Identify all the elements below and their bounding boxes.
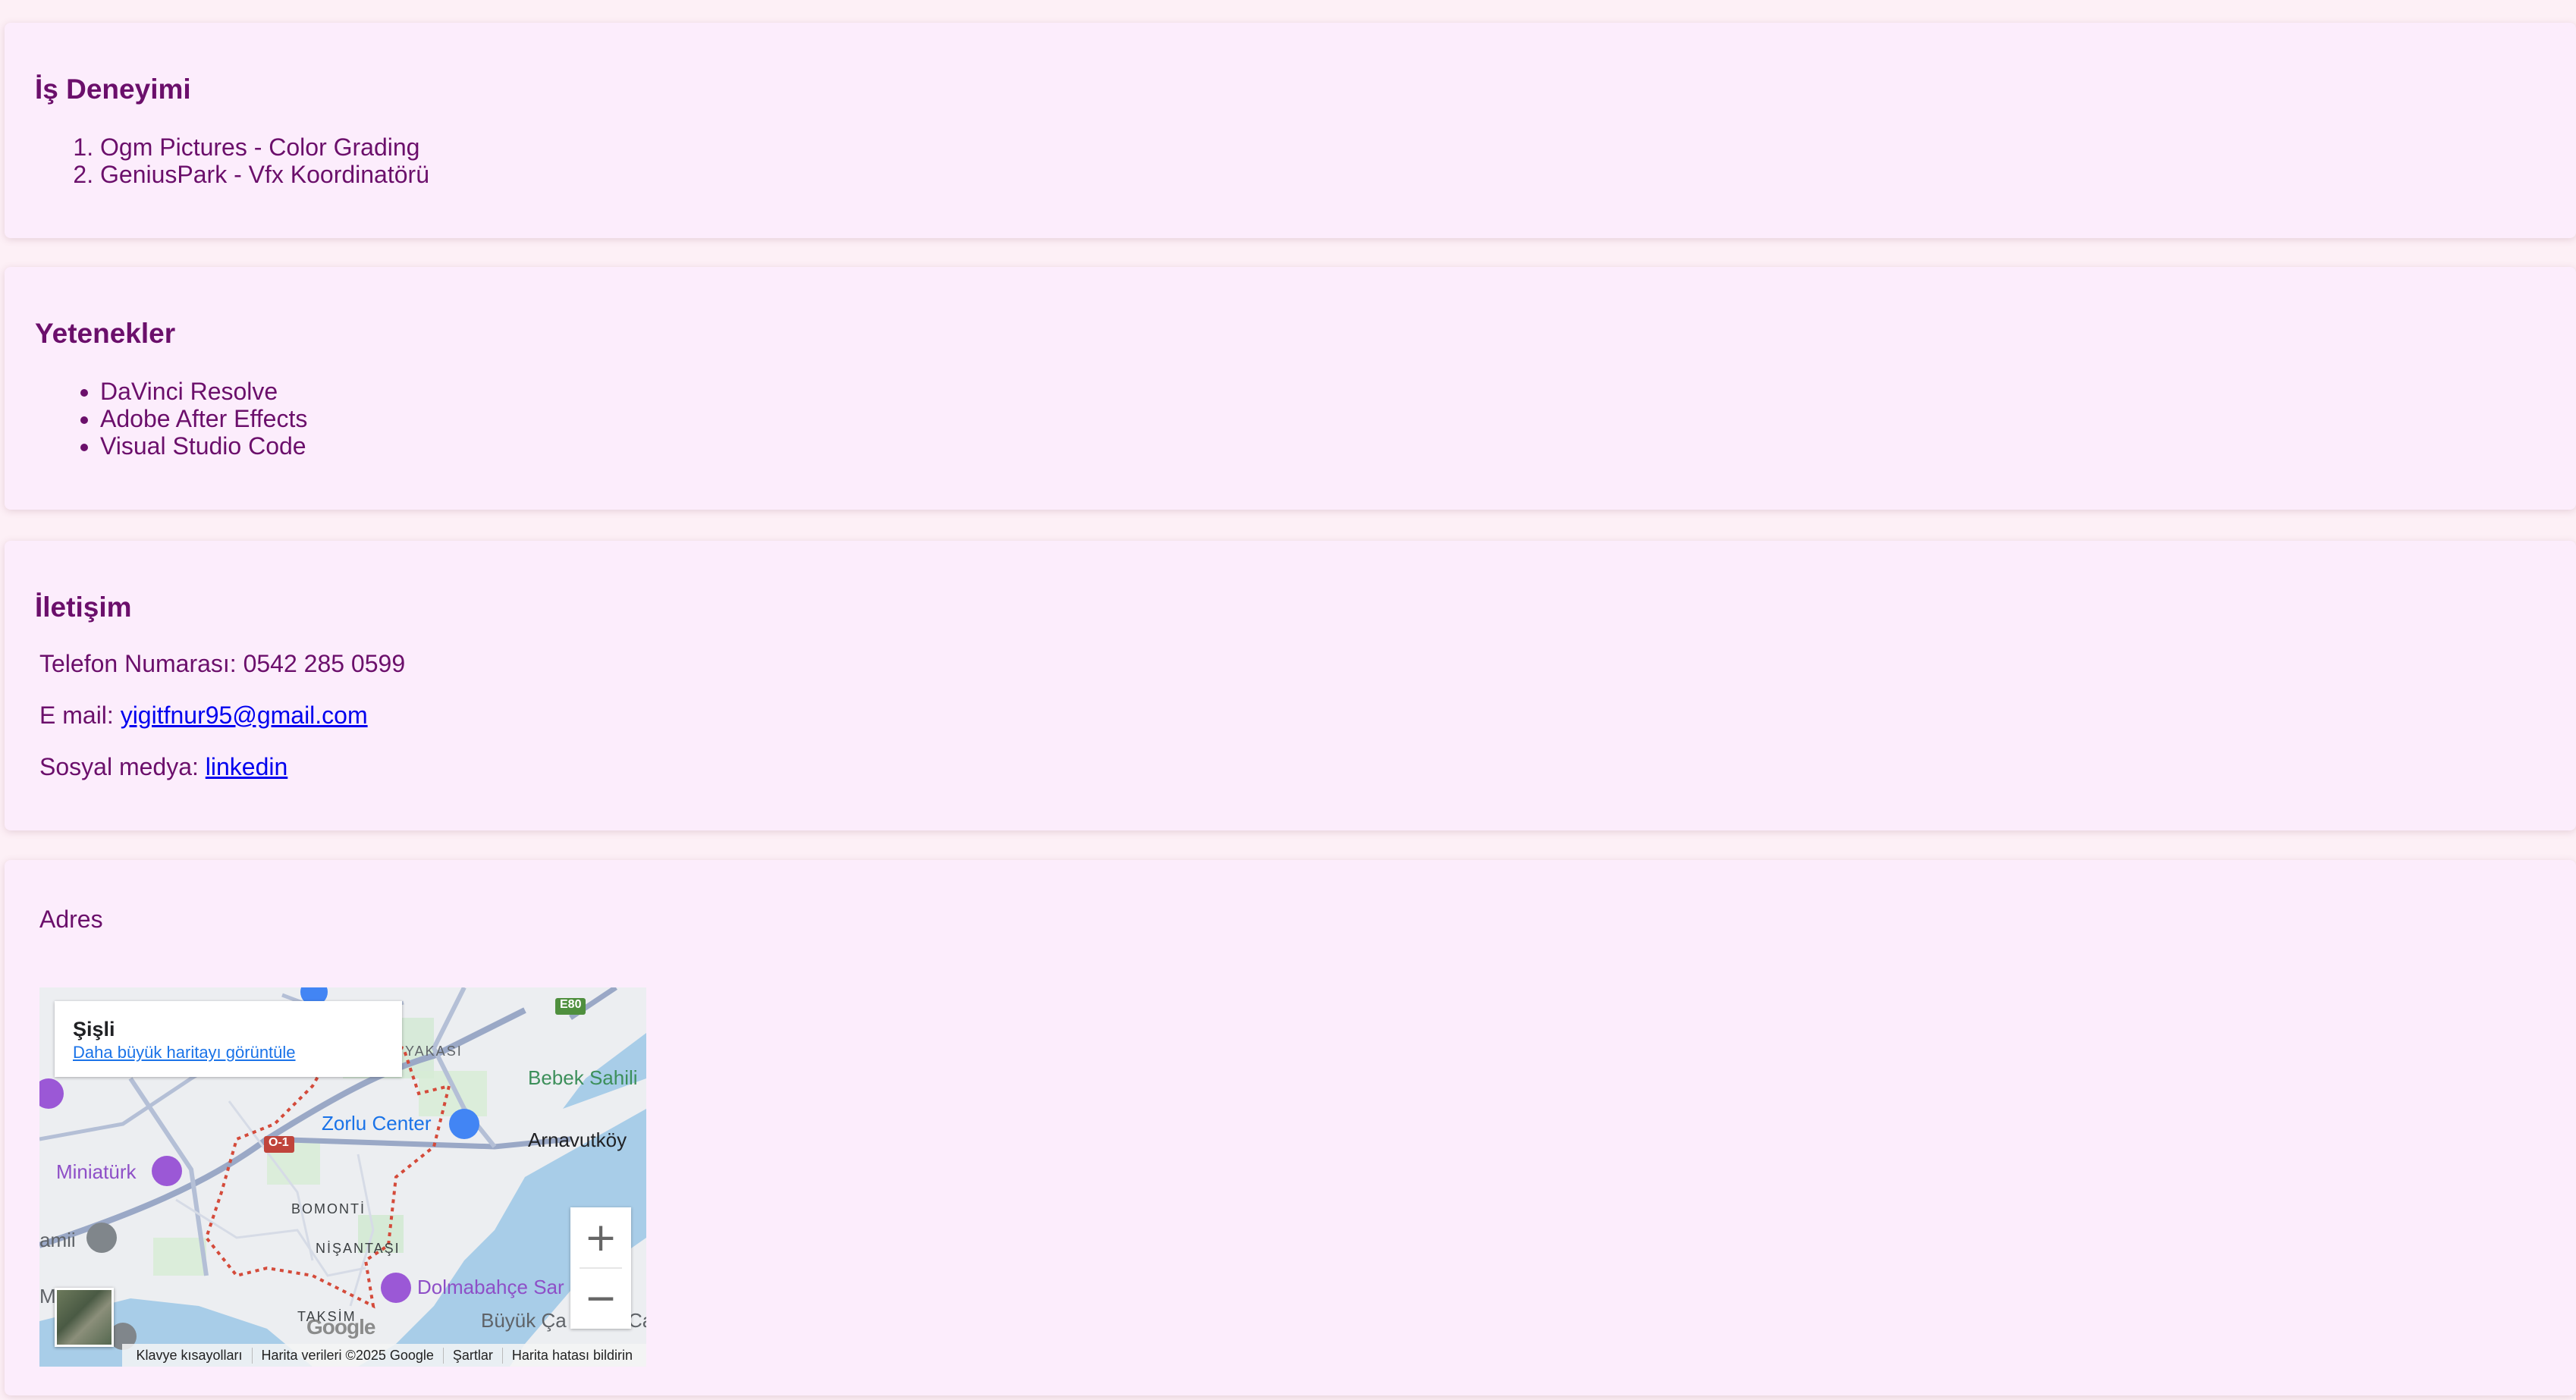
skills-section: Yetenekler DaVinci Resolve Adobe After E… [5, 267, 2576, 510]
map-label-o1: O-1 [269, 1136, 289, 1149]
google-logo: Google [306, 1315, 375, 1339]
zoom-controls: + − [570, 1207, 631, 1329]
contact-email: E mail: yigitfnur95@gmail.com [39, 702, 368, 730]
skill-item: DaVinci Resolve [100, 378, 307, 405]
zoom-out-button[interactable]: − [570, 1268, 631, 1329]
social-label: Sosyal medya: [39, 753, 199, 780]
map-label-nisantasi: NİŞANTAŞI [316, 1241, 401, 1256]
map-info-card: Şişli Daha büyük haritayı görüntüle [55, 1001, 402, 1077]
email-link[interactable]: yigitfnur95@gmail.com [121, 702, 368, 729]
google-logo-text: Google [306, 1315, 375, 1339]
view-larger-map-link[interactable]: Daha büyük haritayı görüntüle [73, 1043, 384, 1063]
email-label: E mail: [39, 702, 114, 729]
keyboard-shortcuts-link[interactable]: Klavye kısayolları [127, 1348, 251, 1364]
report-map-error-link[interactable]: Harita hatası bildirin [501, 1347, 642, 1364]
map-label-bomonti: BOMONTİ [291, 1201, 366, 1216]
address-section: Adres E80 O-1 YAKASI Bebek Sahili Zorlu … [5, 860, 2576, 1395]
map-label-dolmabahce: Dolmabahçe Sar [417, 1276, 564, 1298]
experience-title: İş Deneyimi [35, 74, 191, 105]
satellite-layer-toggle[interactable] [55, 1288, 114, 1347]
contact-social: Sosyal medya: linkedin [39, 753, 287, 781]
experience-list: Ogm Pictures - Color Grading GeniusPark … [39, 133, 429, 188]
skill-item: Adobe After Effects [100, 405, 307, 432]
map-label-bebek: Bebek Sahili [528, 1066, 638, 1089]
map-label-yakasi: YAKASI [405, 1044, 463, 1059]
experience-item: GeniusPark - Vfx Koordinatörü [100, 161, 429, 188]
map-footer: Klavye kısayolları Harita verileri ©2025… [39, 1344, 646, 1367]
skills-title: Yetenekler [35, 318, 176, 349]
skill-item: Visual Studio Code [100, 432, 307, 460]
contact-section: İletişim Telefon Numarası: 0542 285 0599… [5, 541, 2576, 830]
terms-link[interactable]: Şartlar [442, 1347, 502, 1364]
address-label: Adres [39, 906, 103, 933]
map-label-m: M [39, 1285, 56, 1307]
map-label-miniaturk: Miniatürk [56, 1160, 137, 1183]
map-label-e80: E80 [560, 998, 582, 1011]
map-place-name: Şişli [73, 1018, 115, 1041]
map-label-zorlu: Zorlu Center [322, 1112, 432, 1135]
zoom-in-button[interactable]: + [570, 1207, 631, 1268]
experience-section: İş Deneyimi Ogm Pictures - Color Grading… [5, 23, 2576, 238]
contact-title: İletişim [35, 592, 132, 623]
map-label-amii: amii [39, 1229, 76, 1251]
map-label-arnavutkoy: Arnavutköy [528, 1128, 627, 1151]
skills-list: DaVinci Resolve Adobe After Effects Visu… [39, 378, 307, 460]
linkedin-link[interactable]: linkedin [206, 753, 288, 780]
contact-phone: Telefon Numarası: 0542 285 0599 [39, 650, 406, 677]
experience-item: Ogm Pictures - Color Grading [100, 133, 429, 161]
map-label-buyuk: Büyük Ça [481, 1309, 567, 1332]
embedded-map[interactable]: E80 O-1 YAKASI Bebek Sahili Zorlu Center… [39, 987, 646, 1367]
map-data-attribution: Harita verileri ©2025 Google [251, 1347, 443, 1364]
